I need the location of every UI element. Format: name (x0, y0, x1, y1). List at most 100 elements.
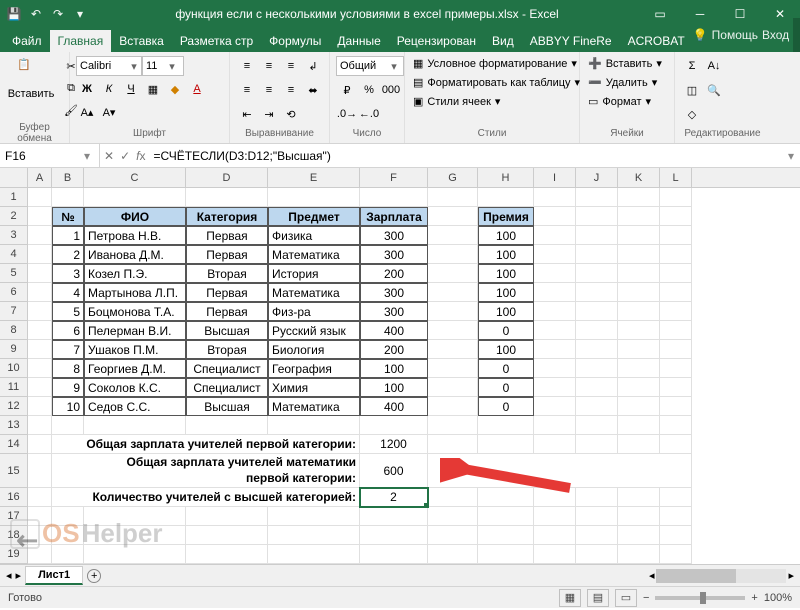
cell-styles-button[interactable]: ▣Стили ячеек ▾ (411, 94, 502, 109)
cell[interactable] (618, 321, 660, 340)
cell[interactable] (84, 526, 186, 545)
table-cell[interactable]: Петрова Н.В. (84, 226, 186, 245)
view-break-icon[interactable]: ▭ (615, 589, 637, 607)
table-cell[interactable]: Первая (186, 245, 268, 264)
table-cell[interactable]: 300 (360, 245, 428, 264)
cell[interactable] (618, 264, 660, 283)
table-cell[interactable]: Специалист (186, 378, 268, 397)
cell[interactable] (28, 435, 52, 454)
cell[interactable] (28, 359, 52, 378)
cell[interactable] (534, 488, 576, 507)
cell[interactable] (478, 416, 534, 435)
paste-button[interactable]: 📋 Вставить (6, 56, 56, 102)
cell[interactable] (660, 340, 692, 359)
cell[interactable] (660, 507, 692, 526)
insert-cells-button[interactable]: ➕Вставить ▾ (586, 56, 664, 71)
cell[interactable] (360, 188, 428, 207)
cell[interactable] (660, 283, 692, 302)
table-cell[interactable]: 2 (52, 245, 84, 264)
col-header[interactable]: J (576, 168, 618, 187)
table-cell[interactable]: Специалист (186, 359, 268, 378)
cell[interactable] (428, 340, 478, 359)
share-button[interactable]: 👤 Общий доступ (793, 18, 800, 52)
align-mid-icon[interactable]: ≡ (258, 56, 280, 76)
italic-button[interactable]: К (98, 79, 120, 99)
cell[interactable] (268, 507, 360, 526)
table-cell[interactable]: 100 (478, 264, 534, 283)
table-cell[interactable]: 9 (52, 378, 84, 397)
cell[interactable] (428, 359, 478, 378)
formula-input[interactable]: =СЧЁТЕСЛИ(D3:D12;"Высшая") (149, 144, 782, 167)
formula-expand-icon[interactable]: ▾ (782, 144, 800, 167)
redo-icon[interactable]: ↷ (48, 4, 68, 24)
cell[interactable] (660, 264, 692, 283)
tab-abbyy[interactable]: ABBYY FineRe (522, 30, 620, 52)
cell[interactable] (660, 416, 692, 435)
cell[interactable] (576, 526, 618, 545)
row-header[interactable]: 19 (0, 545, 28, 564)
table-header[interactable]: Предмет (268, 207, 360, 226)
cell[interactable] (28, 283, 52, 302)
table-cell[interactable]: Математика (268, 397, 360, 416)
cell[interactable] (186, 507, 268, 526)
cell[interactable] (534, 378, 576, 397)
cell[interactable] (534, 545, 576, 564)
name-box-input[interactable] (0, 149, 80, 163)
col-header[interactable]: F (360, 168, 428, 187)
indent-inc-icon[interactable]: ⇥ (258, 104, 280, 124)
undo-icon[interactable]: ↶ (26, 4, 46, 24)
table-cell[interactable]: 0 (478, 397, 534, 416)
cell[interactable] (618, 488, 660, 507)
cell[interactable] (660, 526, 692, 545)
table-cell[interactable]: 8 (52, 359, 84, 378)
align-bot-icon[interactable]: ≡ (280, 56, 302, 76)
cell[interactable] (534, 207, 576, 226)
cell[interactable] (28, 526, 52, 545)
zoom-level[interactable]: 100% (764, 592, 792, 604)
tab-file[interactable]: Файл (4, 30, 50, 52)
indent-dec-icon[interactable]: ⇤ (236, 104, 258, 124)
cell[interactable] (618, 397, 660, 416)
summary-label[interactable]: Общая зарплата учителей первой категории… (52, 435, 360, 454)
table-cell[interactable]: 0 (478, 321, 534, 340)
table-cell[interactable]: Боцмонова Т.А. (84, 302, 186, 321)
cell[interactable] (660, 207, 692, 226)
tab-home[interactable]: Главная (50, 30, 112, 52)
cell[interactable] (534, 226, 576, 245)
inc-decimal-icon[interactable]: .0→ (336, 104, 358, 124)
table-cell[interactable]: Вторая (186, 264, 268, 283)
table-cell[interactable]: Русский язык (268, 321, 360, 340)
fx-icon[interactable]: fx (136, 149, 145, 163)
align-left-icon[interactable]: ≡ (236, 80, 258, 100)
wrap-text-icon[interactable]: ↲ (302, 56, 324, 76)
fill-color-button[interactable]: ◆ (164, 79, 186, 99)
hscroll-thumb[interactable] (656, 569, 736, 583)
fill-icon[interactable]: ◫ (681, 80, 703, 100)
view-normal-icon[interactable]: ▦ (559, 589, 581, 607)
dec-decimal-icon[interactable]: ←.0 (358, 104, 380, 124)
cell[interactable] (660, 488, 692, 507)
row-header[interactable]: 11 (0, 378, 28, 397)
cancel-formula-icon[interactable]: ✕ (104, 149, 114, 163)
cell[interactable] (28, 226, 52, 245)
cell[interactable] (478, 526, 534, 545)
clear-icon[interactable]: ◇ (681, 104, 703, 124)
summary-label[interactable]: Количество учителей с высшей категорией: (52, 488, 360, 507)
cell[interactable] (428, 397, 478, 416)
summary-label[interactable]: Общая зарплата учителей математикипервой… (52, 454, 360, 488)
cell[interactable] (84, 188, 186, 207)
cell[interactable] (186, 545, 268, 564)
cell[interactable] (618, 359, 660, 378)
row-header[interactable]: 7 (0, 302, 28, 321)
table-cell[interactable]: Седов С.С. (84, 397, 186, 416)
cell[interactable] (534, 359, 576, 378)
underline-button[interactable]: Ч (120, 79, 142, 99)
cell[interactable] (52, 416, 84, 435)
table-cell[interactable]: 6 (52, 321, 84, 340)
zoom-out-icon[interactable]: − (643, 592, 649, 604)
cell[interactable] (660, 545, 692, 564)
table-cell[interactable]: Георгиев Д.М. (84, 359, 186, 378)
cell[interactable] (428, 507, 478, 526)
cell[interactable] (534, 397, 576, 416)
cell[interactable] (84, 507, 186, 526)
